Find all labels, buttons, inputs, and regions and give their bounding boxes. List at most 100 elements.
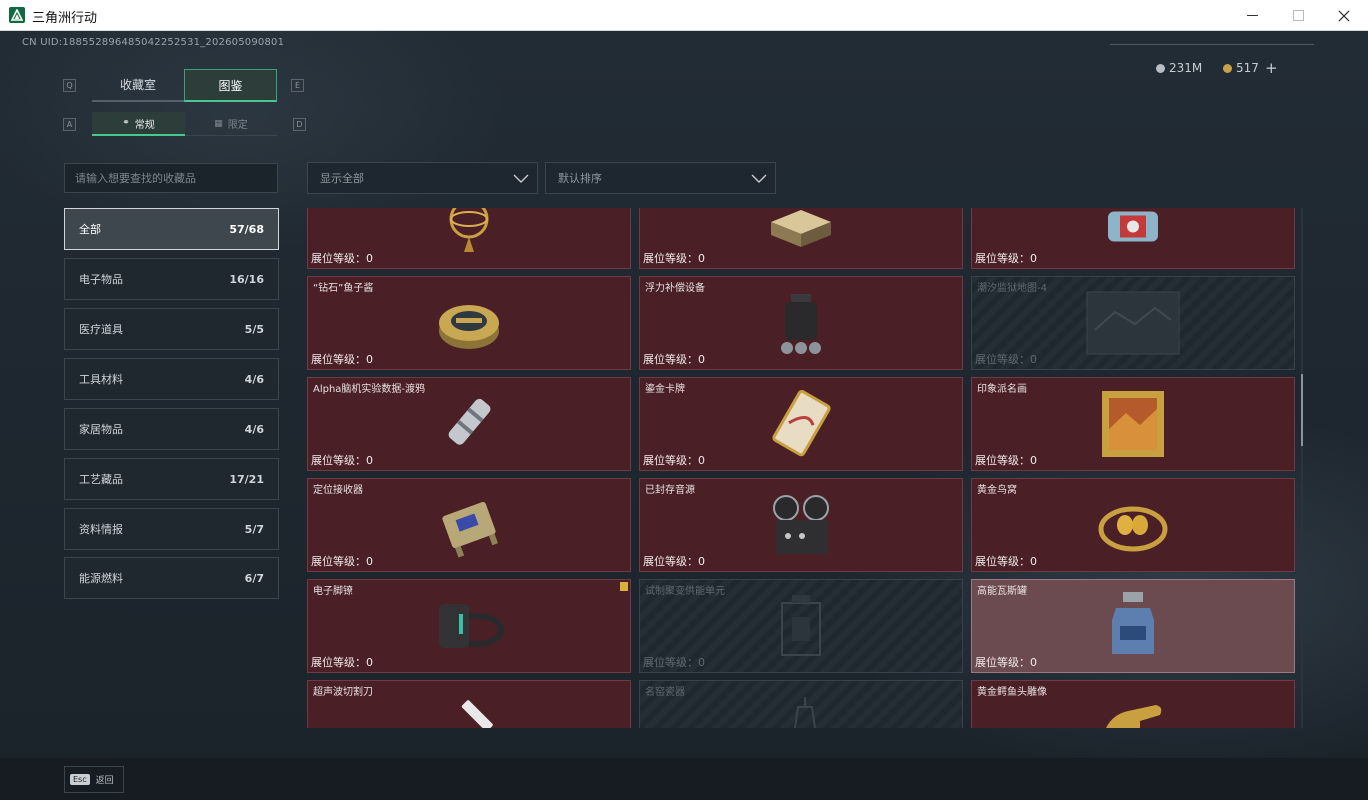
reel-recorder-icon: [773, 495, 829, 554]
item-card[interactable]: 定位接收器 展位等级：0: [307, 478, 631, 572]
subtab-right-key: D: [293, 118, 306, 131]
category-tools[interactable]: 工具材料 4/6: [64, 358, 279, 400]
item-card[interactable]: 超声波切割刀: [307, 680, 631, 728]
add-currency-button[interactable]: +: [1265, 59, 1278, 77]
maximize-button[interactable]: [1275, 0, 1321, 31]
golden-nest-icon: [1098, 506, 1168, 552]
category-count: 4/6: [244, 372, 264, 386]
search-input[interactable]: [64, 163, 278, 193]
category-all[interactable]: 全部 57/68: [64, 208, 279, 250]
item-card-locked[interactable]: 潮汐监狱地图-4 展位等级：0: [971, 276, 1295, 370]
item-card[interactable]: 黄金鸟窝 展位等级：0: [971, 478, 1295, 572]
item-card-locked[interactable]: 名窑瓷器: [639, 680, 963, 728]
sort-dropdown[interactable]: 默认排序: [545, 162, 776, 194]
category-label: 能源燃料: [79, 572, 123, 585]
tab-collection-room[interactable]: 收藏室: [92, 69, 184, 102]
item-level: 展位等级：0: [311, 353, 373, 366]
scrollbar-thumb[interactable]: [1301, 374, 1303, 446]
silver-coin-icon: [1156, 64, 1165, 73]
caviar-tin-icon: [439, 305, 499, 349]
close-button[interactable]: [1321, 0, 1367, 31]
receiver-icon: [442, 502, 498, 558]
back-button[interactable]: Esc 返回: [64, 766, 124, 793]
minimize-button[interactable]: [1229, 0, 1275, 31]
item-card[interactable]: 已封存音源 展位等级：0: [639, 478, 963, 572]
porcelain-icon: [793, 697, 817, 728]
buoyancy-device-icon: [781, 294, 821, 354]
item-name: 定位接收器: [313, 485, 363, 496]
item-card[interactable]: 浮力补偿设备 展位等级：0: [639, 276, 963, 370]
currency-gold: 517: [1223, 61, 1259, 75]
item-name: 高能瓦斯罐: [977, 586, 1027, 597]
app-window: 三角洲行动 CN UID:1885528964850422525​31_2026…: [0, 0, 1368, 800]
category-fuel[interactable]: 能源燃料 6/7: [64, 557, 279, 599]
silver-amount: 231M: [1169, 61, 1203, 75]
item-level: 展位等级：0: [975, 656, 1037, 669]
category-label: 工具材料: [79, 373, 123, 386]
limited-icon: ▦: [214, 118, 223, 129]
chevron-down-icon: [513, 174, 529, 183]
category-count: 5/5: [244, 322, 264, 336]
ultrasonic-knife-icon: [461, 700, 493, 728]
tab-codex[interactable]: 图鉴: [184, 69, 277, 102]
item-card[interactable]: 鎏金卡牌 展位等级：0: [639, 377, 963, 471]
item-level: 展位等级：0: [975, 454, 1037, 467]
scrollbar-track[interactable]: [1301, 208, 1303, 728]
subtab-left-key: A: [63, 118, 76, 131]
category-label: 工艺藏品: [79, 473, 123, 486]
esc-key-icon: Esc: [70, 774, 90, 785]
subtab-limited[interactable]: ▦ 限定: [185, 112, 277, 136]
item-level: 展位等级：0: [975, 353, 1037, 366]
category-electronics[interactable]: 电子物品 16/16: [64, 258, 279, 300]
category-crafts[interactable]: 工艺藏品 17/21: [64, 458, 279, 500]
category-count: 16/16: [229, 272, 264, 286]
maximize-icon: [1292, 10, 1304, 21]
item-level: 展位等级：0: [311, 656, 373, 669]
item-name: 浮力补偿设备: [645, 283, 705, 294]
item-card[interactable]: 印象派名画 展位等级：0: [971, 377, 1295, 471]
item-name: “钻石”鱼子酱: [313, 283, 374, 294]
item-level: 展位等级：0: [975, 555, 1037, 568]
item-card[interactable]: 展位等级：0: [639, 208, 963, 269]
fusion-cell-icon: [781, 595, 821, 656]
header-divider: [1110, 44, 1314, 45]
category-count: 4/6: [244, 422, 264, 436]
armillary-sphere-icon: [449, 208, 489, 252]
category-label: 电子物品: [79, 273, 123, 286]
item-card[interactable]: “钻石”鱼子酱 展位等级：0: [307, 276, 631, 370]
item-card[interactable]: 电子脚镣 展位等级：0: [307, 579, 631, 673]
item-name: 名窑瓷器: [645, 687, 685, 698]
item-card[interactable]: 展位等级：0: [307, 208, 631, 269]
item-card-locked[interactable]: 试制聚变供能单元 展位等级：0: [639, 579, 963, 673]
item-level: 展位等级：0: [643, 353, 705, 366]
category-count: 17/21: [229, 472, 264, 486]
gas-canister-icon: [1112, 592, 1154, 654]
item-level: 展位等级：0: [643, 252, 705, 265]
tab-left-key: Q: [63, 79, 76, 92]
gold-coin-icon: [1223, 64, 1232, 73]
category-label: 家居物品: [79, 423, 123, 436]
subtab-regular-label: 常规: [134, 119, 155, 131]
display-filter-dropdown[interactable]: 显示全部: [307, 162, 538, 194]
item-name: Alpha脑机实验数据-渡鸦: [313, 384, 426, 395]
item-level: 展位等级：0: [643, 656, 705, 669]
window-title: 三角洲行动: [32, 11, 98, 26]
item-level: 展位等级：0: [311, 555, 373, 568]
item-card[interactable]: 黄金鳄鱼头雕像: [971, 680, 1295, 728]
item-card[interactable]: Alpha脑机实验数据-渡鸦 展位等级：0: [307, 377, 631, 471]
subtab-regular[interactable]: ⚭ 常规: [92, 112, 185, 136]
item-card[interactable]: 展位等级：0: [971, 208, 1295, 269]
gilded-card-icon: [772, 389, 831, 457]
chevron-down-icon: [751, 174, 767, 183]
category-household[interactable]: 家居物品 4/6: [64, 408, 279, 450]
item-name: 潮汐监狱地图-4: [977, 283, 1047, 294]
player-uid: CN UID:1885528964850422525​31_2026050908…: [22, 37, 285, 48]
item-card-highlighted[interactable]: 高能瓦斯罐 展位等级：0: [971, 579, 1295, 673]
category-count: 57/68: [229, 222, 264, 236]
category-intel[interactable]: 资料情报 5/7: [64, 508, 279, 550]
subtab-limited-label: 限定: [227, 120, 248, 131]
item-level: 展位等级：0: [643, 555, 705, 568]
category-medical[interactable]: 医疗道具 5/5: [64, 308, 279, 350]
sort-value: 默认排序: [558, 172, 602, 185]
regular-icon: ⚭: [122, 118, 130, 128]
